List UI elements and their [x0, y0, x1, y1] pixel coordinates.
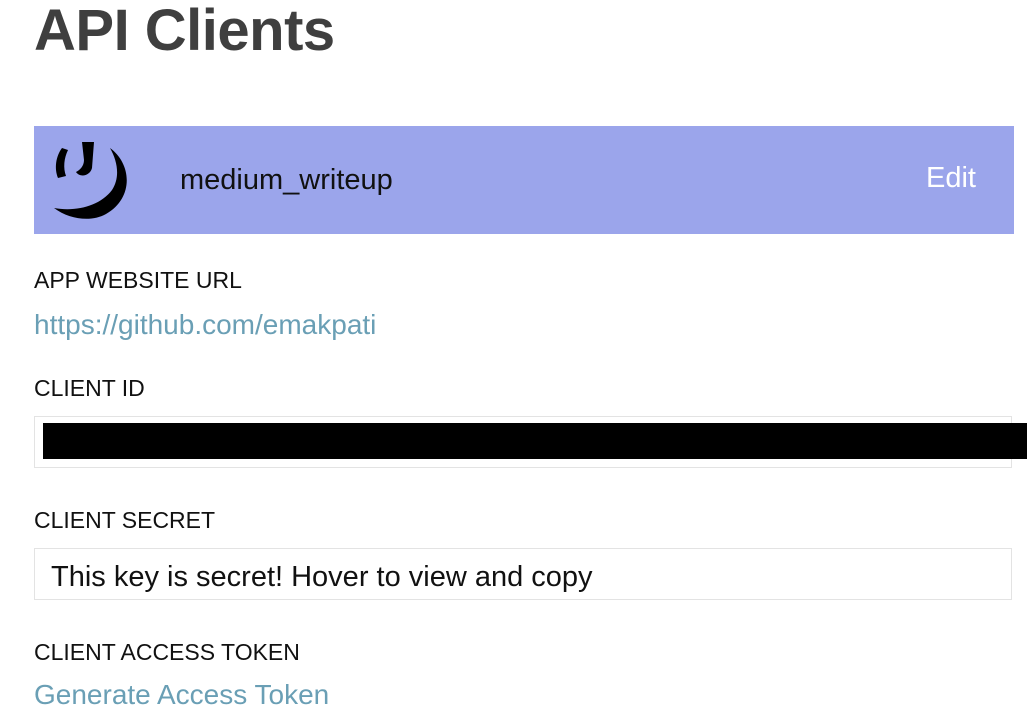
client-name: medium_writeup: [180, 164, 393, 196]
client-secret-text: This key is secret! Hover to view and co…: [51, 561, 593, 593]
client-id-label: CLIENT ID: [34, 375, 145, 401]
app-website-url-label: APP WEBSITE URL: [34, 267, 242, 293]
client-id-field[interactable]: [34, 416, 1027, 468]
client-access-token-label: CLIENT ACCESS TOKEN: [34, 639, 300, 665]
app-website-url-link[interactable]: https://github.com/emakpati: [34, 308, 376, 342]
generate-access-token-link[interactable]: Generate Access Token: [34, 678, 329, 712]
logo-face-icon: [40, 134, 136, 222]
edit-button[interactable]: Edit: [926, 160, 976, 196]
client-secret-label: CLIENT SECRET: [34, 507, 216, 533]
client-id-redaction: [43, 423, 1027, 459]
page-title: API Clients: [34, 0, 335, 63]
client-secret-field[interactable]: This key is secret! Hover to view and co…: [34, 548, 1012, 600]
client-header: medium_writeup Edit: [34, 126, 1014, 234]
